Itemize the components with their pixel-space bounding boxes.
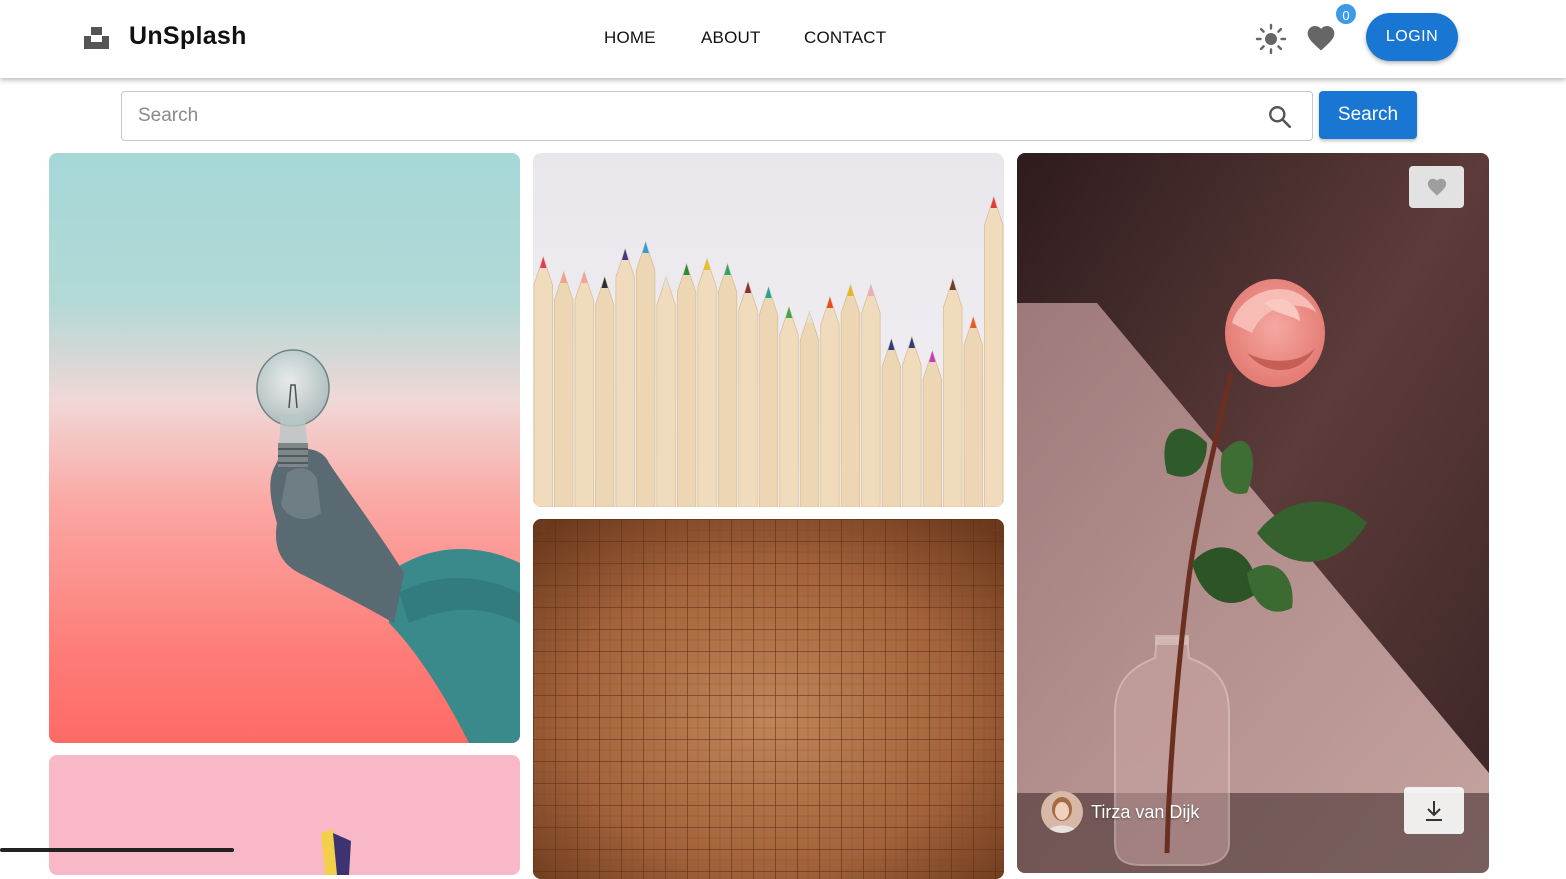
author-name: Tirza van Dijk [1091, 801, 1200, 822]
favorites-count-badge: 0 [1334, 2, 1358, 26]
photo-card-pink[interactable] [49, 755, 520, 875]
search-field [121, 91, 1313, 141]
avatar [1041, 791, 1083, 833]
download-button[interactable] [1404, 787, 1464, 834]
nav-home[interactable]: HOME [604, 28, 656, 48]
search-button[interactable]: Search [1319, 91, 1417, 139]
search-input[interactable] [122, 92, 1252, 140]
lightbulb-photo [49, 153, 520, 743]
rose-photo [1017, 153, 1489, 873]
photo-card-pencils[interactable] [533, 153, 1004, 507]
photo-card-rose[interactable]: Tirza van Dijk [1017, 153, 1489, 873]
brand-name[interactable]: UnSplash [129, 22, 247, 51]
grid-texture-photo [533, 519, 1004, 879]
photo-card-lightbulb[interactable] [49, 153, 520, 743]
download-icon [1426, 800, 1442, 821]
photo-author[interactable]: Tirza van Dijk [1041, 791, 1199, 833]
pink-photo [49, 755, 520, 875]
nav-contact[interactable]: CONTACT [804, 28, 886, 48]
unsplash-logo-icon[interactable] [84, 25, 110, 49]
photo-card-grid-texture[interactable] [533, 519, 1004, 879]
sun-icon[interactable] [1255, 23, 1287, 55]
pencils-photo [533, 153, 1004, 507]
top-app-bar: UnSplash HOME ABOUT CONTACT 0 LOGIN [0, 0, 1566, 78]
search-icon[interactable] [1267, 104, 1293, 130]
heart-icon [1427, 178, 1446, 196]
nav-about[interactable]: ABOUT [701, 28, 761, 48]
login-button[interactable]: LOGIN [1366, 13, 1458, 61]
heart-icon[interactable] [1305, 22, 1337, 54]
like-button[interactable] [1409, 166, 1464, 208]
horizontal-scrollbar[interactable] [0, 848, 234, 852]
